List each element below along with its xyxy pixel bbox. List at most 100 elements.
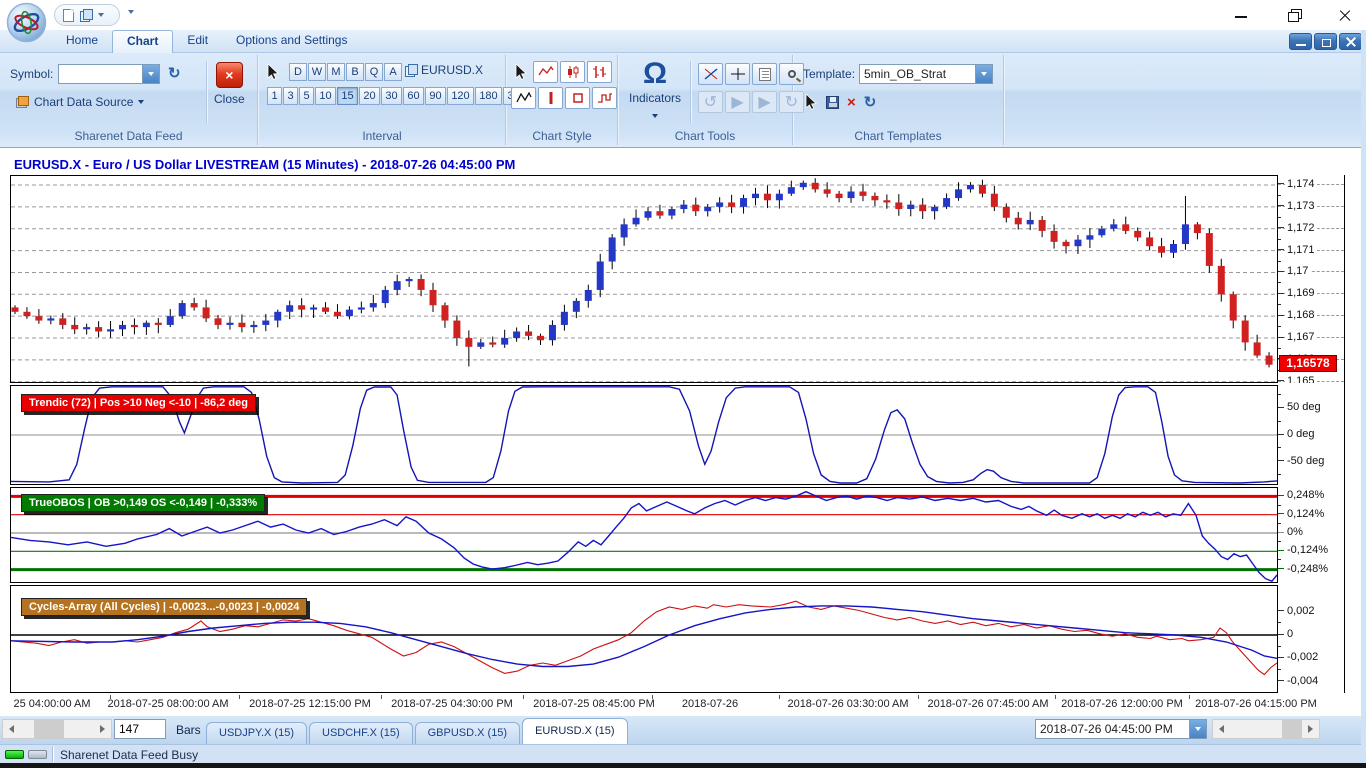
interval-button-180[interactable]: 180: [475, 87, 502, 105]
time-axis-tick: [652, 695, 653, 699]
axis-label: 1,172: [1285, 221, 1317, 235]
chart-style-row2: [511, 87, 617, 109]
trendline-tool-button[interactable]: [698, 63, 723, 85]
data-window-tool-button[interactable]: [752, 63, 777, 85]
interval-button-120[interactable]: 120: [447, 87, 474, 105]
new-document-icon[interactable]: [63, 9, 74, 22]
time-axis-tick: [1189, 695, 1190, 699]
app-logo-icon[interactable]: [6, 2, 47, 43]
time-axis-tick: [110, 695, 111, 699]
reload-template-icon[interactable]: ↻: [864, 93, 877, 111]
period-buttons: DWMBQA: [289, 63, 402, 81]
period-button-q[interactable]: Q: [365, 63, 383, 81]
minimize-button[interactable]: [1228, 5, 1254, 25]
pointer-select-icon[interactable]: [515, 64, 528, 80]
scrollbar-thumb[interactable]: [34, 720, 64, 738]
interval-button-60[interactable]: 60: [403, 87, 424, 105]
ribbon-tab-chart[interactable]: Chart: [112, 30, 173, 53]
interval-button-3[interactable]: 3: [283, 87, 298, 105]
scroll-right-button[interactable]: [1302, 720, 1319, 738]
symbol-tab-usdjpy-x-15[interactable]: USDJPY.X (15): [206, 722, 307, 744]
cycles-panel[interactable]: Cycles-Array (All Cycles) | -0,0023...-0…: [10, 585, 1278, 693]
mdi-restore-button[interactable]: [1314, 33, 1337, 50]
delete-template-icon[interactable]: ×: [847, 94, 856, 111]
indicators-button[interactable]: Ω Indicators: [626, 59, 684, 123]
interval-button-90[interactable]: 90: [425, 87, 446, 105]
cycles-indicator-label: Cycles-Array (All Cycles) | -0,0023...-0…: [21, 598, 307, 616]
box-style-button[interactable]: [565, 87, 590, 109]
mdi-minimize-button[interactable]: [1289, 33, 1312, 50]
close-chart-button[interactable]: × Close: [214, 62, 245, 106]
interval-button-15[interactable]: 15: [337, 87, 358, 105]
step-back-button[interactable]: ▶: [725, 91, 750, 113]
chart-style-row1: [533, 61, 612, 83]
window-arrange-icon[interactable]: [80, 9, 92, 21]
bars-count-input[interactable]: [114, 719, 166, 739]
mdi-close-button[interactable]: [1339, 33, 1362, 50]
axis-minor-tick: [1278, 559, 1281, 560]
template-dropdown-button[interactable]: [975, 65, 992, 83]
interval-button-30[interactable]: 30: [381, 87, 402, 105]
datetime-value: 2018-07-26 04:45:00 PM: [1036, 720, 1189, 738]
close-button[interactable]: [1332, 5, 1358, 25]
axis-minor-tick: [1278, 622, 1281, 623]
restore-button[interactable]: [1280, 5, 1306, 25]
status-bar: Sharenet Data Feed Busy: [0, 744, 1366, 763]
interval-button-20[interactable]: 20: [359, 87, 380, 105]
chart-h-scrollbar[interactable]: [2, 719, 112, 739]
save-template-icon[interactable]: [826, 96, 839, 109]
scroll-right-button[interactable]: [94, 720, 111, 738]
ribbon-tab-home[interactable]: Home: [52, 30, 112, 53]
zigzag-style-button[interactable]: [511, 87, 536, 109]
datetime-combobox[interactable]: 2018-07-26 04:45:00 PM: [1035, 719, 1207, 739]
bar-style-button[interactable]: [587, 61, 612, 83]
period-button-m[interactable]: M: [327, 63, 345, 81]
symbol-combobox[interactable]: [58, 64, 160, 84]
datetime-dropdown-button[interactable]: [1189, 720, 1206, 738]
candlestick-style-button[interactable]: [560, 61, 585, 83]
crosshair-tool-button[interactable]: [725, 63, 750, 85]
qat-customize-icon[interactable]: [128, 10, 134, 14]
scrollbar-track[interactable]: [20, 720, 94, 738]
scrollbar-thumb[interactable]: [1282, 720, 1302, 738]
symbol-tab-usdchf-x-15[interactable]: USDCHF.X (15): [309, 722, 413, 744]
chart-symbol-chip[interactable]: EURUSD.X: [405, 63, 483, 77]
chart-data-source-button[interactable]: Chart Data Source: [16, 95, 144, 109]
period-button-a[interactable]: A: [384, 63, 402, 81]
period-button-b[interactable]: B: [346, 63, 364, 81]
trueobos-panel[interactable]: TrueOBOS | OB >0,149 OS <-0,149 | -0,333…: [10, 487, 1278, 583]
pointer-select-icon[interactable]: [267, 64, 280, 80]
period-button-d[interactable]: D: [289, 63, 307, 81]
pointer-select-icon[interactable]: [805, 94, 818, 110]
step-forward-button[interactable]: ▶: [752, 91, 777, 113]
axis-tick: [1278, 434, 1284, 435]
chevron-down-icon[interactable]: [98, 13, 104, 17]
volume-style-button[interactable]: [538, 87, 563, 109]
axis-tick: [1278, 513, 1284, 514]
trendic-panel[interactable]: Trendic (72) | Pos >10 Neg <-10 | -86,2 …: [10, 385, 1278, 485]
window-controls: [1228, 0, 1358, 30]
ribbon-tab-edit[interactable]: Edit: [173, 30, 222, 53]
interval-button-1[interactable]: 1: [267, 87, 282, 105]
template-combobox[interactable]: 5min_OB_Strat: [859, 64, 993, 84]
ribbon-tab-options-and-settings[interactable]: Options and Settings: [222, 30, 361, 53]
symbol-tab-eurusd-x-15[interactable]: EURUSD.X (15): [522, 718, 627, 744]
time-h-scrollbar[interactable]: [1212, 719, 1320, 739]
axis-label: -0,004: [1285, 674, 1320, 688]
undo-button[interactable]: ↺: [698, 91, 723, 113]
line-style-button[interactable]: [533, 61, 558, 83]
price-panel[interactable]: [10, 175, 1278, 383]
symbol-tab-gbpusd-x-15[interactable]: GBPUSD.X (15): [415, 722, 520, 744]
bottom-edge: [0, 763, 1366, 768]
scroll-left-button[interactable]: [3, 720, 20, 738]
template-actions: × ↻: [805, 93, 876, 111]
interval-button-10[interactable]: 10: [315, 87, 336, 105]
interval-button-5[interactable]: 5: [299, 87, 314, 105]
axis-minor-tick: [1278, 217, 1281, 218]
scrollbar-track[interactable]: [1230, 720, 1302, 738]
symbol-dropdown-button[interactable]: [142, 65, 159, 83]
scroll-left-button[interactable]: [1213, 720, 1230, 738]
refresh-symbol-icon[interactable]: ↻: [168, 64, 181, 82]
step-style-button[interactable]: [592, 87, 617, 109]
period-button-w[interactable]: W: [308, 63, 326, 81]
